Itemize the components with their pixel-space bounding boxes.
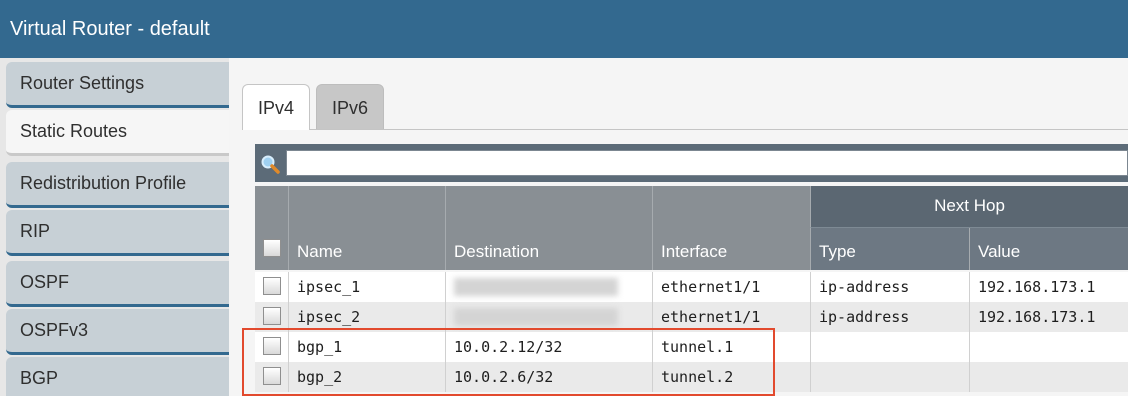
- cell-interface: tunnel.2: [652, 362, 810, 392]
- sidebar-item-rip[interactable]: RIP: [6, 210, 229, 256]
- tab-divider: [242, 129, 1128, 130]
- sidebar-item-static-routes[interactable]: Static Routes: [6, 110, 229, 156]
- cell-type: ip-address: [810, 272, 969, 302]
- row-checkbox[interactable]: [263, 337, 281, 355]
- sidebar-item-ospfv3[interactable]: OSPFv3: [6, 309, 229, 355]
- cell-value: [969, 332, 1128, 362]
- cell-value: [969, 362, 1128, 392]
- sidebar-item-bgp[interactable]: BGP: [6, 357, 229, 396]
- cell-type: ip-address: [810, 302, 969, 332]
- table-row[interactable]: bgp_2 10.0.2.6/32 tunnel.2: [255, 362, 1128, 392]
- column-header-value[interactable]: Value: [969, 228, 1128, 270]
- cell-type: [810, 362, 969, 392]
- sidebar-item-redistribution-profile[interactable]: Redistribution Profile: [6, 162, 229, 208]
- column-header-type-label: Type: [819, 242, 856, 261]
- cell-interface: tunnel.1: [652, 332, 810, 362]
- row-checkbox[interactable]: [263, 367, 281, 385]
- column-header-destination-label: Destination: [454, 242, 540, 261]
- sidebar: Router Settings Static Routes Redistribu…: [0, 58, 229, 396]
- cell-name: bgp_1: [288, 332, 445, 362]
- cell-destination: 10.0.2.12/32: [445, 332, 652, 362]
- select-all-checkbox[interactable]: [263, 239, 281, 257]
- row-checkbox[interactable]: [263, 307, 281, 325]
- cell-name: bgp_2: [288, 362, 445, 392]
- column-header-type[interactable]: Type: [810, 228, 969, 270]
- row-checkbox[interactable]: [263, 277, 281, 295]
- main-panel: IPv4 IPv6 Name Destination Interface Nex…: [229, 58, 1128, 396]
- cell-type: [810, 332, 969, 362]
- cell-value: 192.168.173.1: [969, 302, 1128, 332]
- cell-destination: [445, 272, 652, 302]
- cell-name: ipsec_2: [288, 302, 445, 332]
- search-icon[interactable]: [260, 154, 280, 174]
- column-header-destination[interactable]: Destination: [445, 186, 652, 270]
- static-routes-table: Name Destination Interface Next Hop Type…: [255, 186, 1128, 396]
- redacted-destination: [454, 278, 618, 296]
- cell-interface: ethernet1/1: [652, 272, 810, 302]
- sidebar-item-ospf[interactable]: OSPF: [6, 261, 229, 307]
- column-group-next-hop: Next Hop: [810, 186, 1128, 228]
- tab-ipv6[interactable]: IPv6: [316, 84, 384, 130]
- select-all-header: [255, 186, 288, 270]
- tab-ipv4[interactable]: IPv4: [242, 84, 310, 130]
- search-input[interactable]: [286, 150, 1128, 176]
- cell-name: ipsec_1: [288, 272, 445, 302]
- table-row[interactable]: bgp_1 10.0.2.12/32 tunnel.1: [255, 332, 1128, 362]
- column-header-value-label: Value: [978, 242, 1021, 261]
- cell-destination: [445, 302, 652, 332]
- sidebar-item-router-settings[interactable]: Router Settings: [6, 62, 229, 108]
- column-header-name[interactable]: Name: [288, 186, 445, 270]
- column-header-name-label: Name: [297, 242, 343, 261]
- column-header-interface-label: Interface: [661, 242, 728, 261]
- search-bar: [255, 144, 1128, 182]
- table-row[interactable]: ipsec_1 ethernet1/1 ip-address 192.168.1…: [255, 272, 1128, 302]
- table-row[interactable]: ipsec_2 ethernet1/1 ip-address 192.168.1…: [255, 302, 1128, 332]
- column-header-interface[interactable]: Interface: [652, 186, 810, 270]
- cell-destination: 10.0.2.6/32: [445, 362, 652, 392]
- redacted-destination: [454, 308, 618, 326]
- cell-interface: ethernet1/1: [652, 302, 810, 332]
- window-title: Virtual Router - default: [0, 0, 1128, 58]
- cell-value: 192.168.173.1: [969, 272, 1128, 302]
